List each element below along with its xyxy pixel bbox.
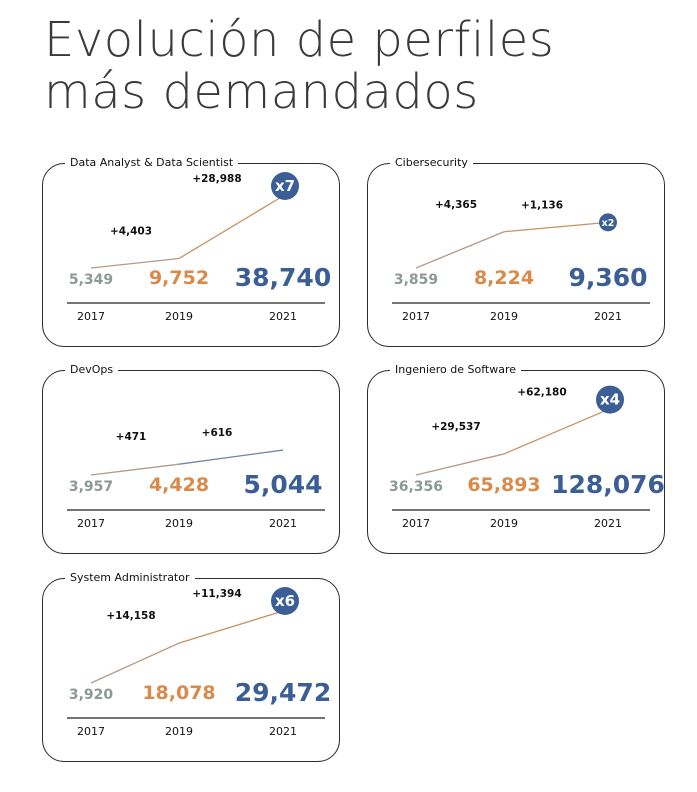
chart-svg: +471 +616 3,957 4,428 5,044 2017 2019 2021 [67,427,325,530]
series-line-segment [178,195,284,260]
increment-label: +1,136 [521,199,563,211]
x-tick-label: 2019 [165,725,193,738]
x-tick-label: 2019 [165,517,193,530]
x-tick-label: 2021 [269,310,297,323]
data-label: 65,893 [467,474,540,496]
x-tick-label: 2017 [402,310,430,323]
multiplier-label: x7 [275,177,295,195]
page-title: Evolución de perfiles más demandados [44,14,554,118]
x-tick-label: 2019 [165,310,193,323]
multiplier-label: x2 [602,218,615,229]
data-label: 9,360 [568,263,647,292]
page-title-line-2: más demandados [44,64,479,120]
increment-label: +14,158 [106,610,155,622]
increment-label: +28,988 [192,173,241,185]
series-line-segment [415,453,505,476]
data-label: 9,752 [149,267,209,289]
series-line-segment [503,221,609,233]
series-line-segment [415,231,505,269]
data-label: 29,472 [235,678,331,707]
increment-label: +4,365 [435,199,477,211]
chart-card-system-administrator: System Administrator +14,158 +11,394 x6 3,9… [42,571,340,762]
x-tick-label: 2017 [77,517,105,530]
increment-label: +11,394 [192,588,241,600]
multiplier-label: x4 [600,391,620,409]
increment-label: +62,180 [517,387,566,399]
data-label: 4,428 [149,474,209,496]
series-line-segment [178,610,284,644]
chart-svg: +4,365 +1,136 x2 3,859 8,224 9,360 2017 2019 202… [392,199,650,323]
chart-svg: +14,158 +11,394 x6 3,920 18,078 29,472 2017 201… [67,587,331,738]
series-line-segment [178,449,284,465]
increment-label: +616 [202,427,233,439]
x-tick-label: 2021 [269,725,297,738]
series-line-segment [503,408,609,455]
data-label: 128,076 [551,470,665,499]
increment-label: +29,537 [431,421,480,433]
x-tick-label: 2017 [402,517,430,530]
chart-card-devops: DevOps +471 +616 3,957 4,428 5,044 2017 2019 20… [42,363,340,554]
chart-card-cibersecurity: Cibersecurity +4,365 +1,136 x2 3,859 8,224 9,… [367,156,665,347]
x-tick-label: 2021 [594,310,622,323]
multiplier-label: x6 [275,592,295,610]
x-tick-label: 2019 [490,310,518,323]
data-label: 5,349 [69,272,113,288]
chart-card-data-analyst: Data Analyst & Data Scientist +4,403 +28,… [42,156,340,347]
page-title-line-1: Evolución de perfiles [44,12,555,68]
data-label: 38,740 [235,263,331,292]
x-tick-label: 2021 [269,517,297,530]
data-label: 5,044 [243,470,322,499]
increment-label: +471 [116,431,147,443]
data-label: 36,356 [389,479,443,495]
chart-svg: +29,537 +62,180 x4 36,356 65,893 128,076 2017 2… [389,385,665,530]
chart-svg: +4,403 +28,988 x7 5,349 9,752 38,740 2017 2019 2… [67,172,331,323]
x-tick-label: 2019 [490,517,518,530]
increment-label: +4,403 [110,226,152,238]
data-label: 3,859 [394,272,438,288]
data-label: 8,224 [474,267,534,289]
data-label: 3,920 [69,687,114,703]
data-label: 3,957 [69,479,113,495]
series-line-segment [90,642,180,684]
x-tick-label: 2021 [594,517,622,530]
data-label: 18,078 [142,682,215,704]
chart-card-ingeniero-software: Ingeniero de Software +29,537 +62,180 x4 36… [367,363,665,554]
x-tick-label: 2017 [77,310,105,323]
x-tick-label: 2017 [77,725,105,738]
